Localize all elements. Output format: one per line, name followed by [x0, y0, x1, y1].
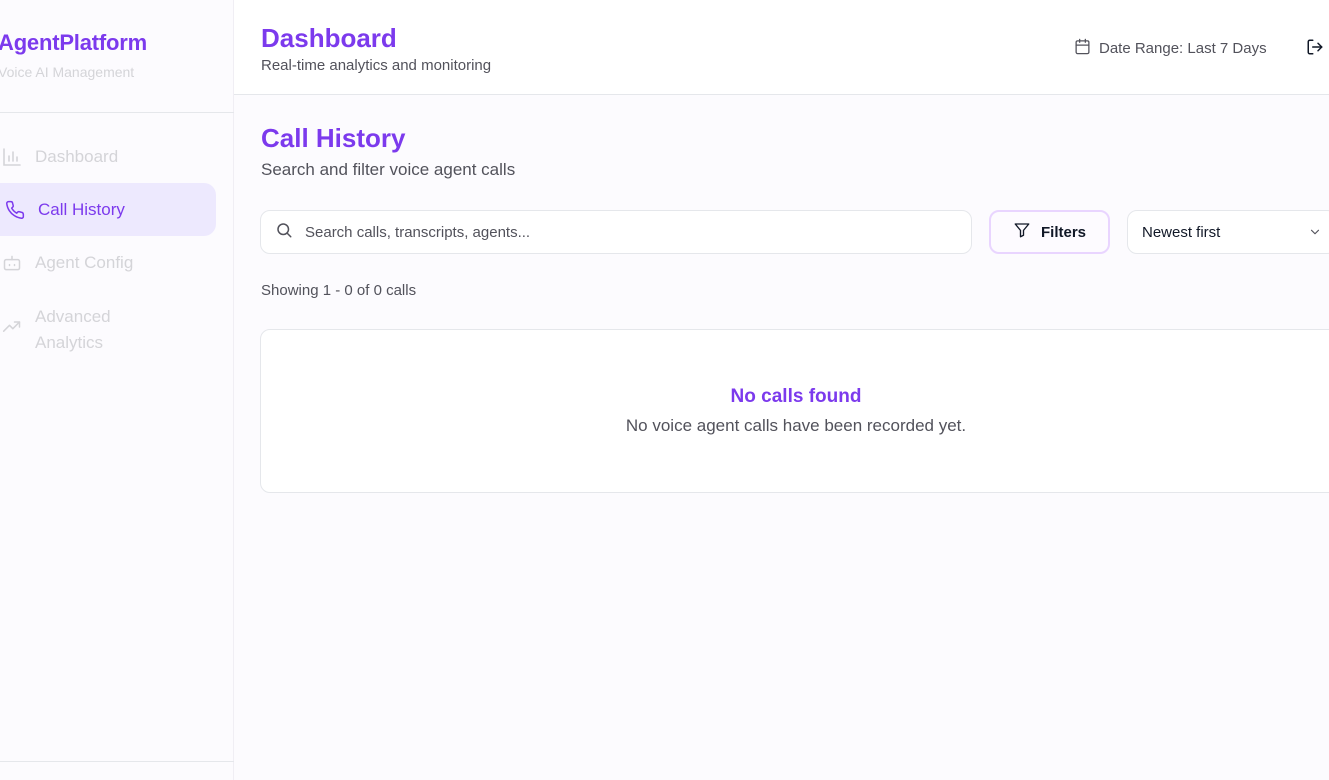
- sidebar-item-label: Advanced Analytics: [35, 304, 111, 356]
- sidebar-item-label-line1: Advanced: [35, 307, 111, 326]
- sidebar-item-dashboard[interactable]: Dashboard: [0, 142, 216, 172]
- page-subtitle: Real-time analytics and monitoring: [261, 57, 492, 74]
- sort-select[interactable]: Newest first: [1127, 210, 1329, 254]
- date-range-label: Date Range: Last 7 Days: [1099, 40, 1267, 57]
- empty-state-card: No calls found No voice agent calls have…: [260, 329, 1329, 493]
- sidebar-divider: [0, 112, 234, 113]
- search-input[interactable]: [305, 223, 971, 241]
- results-count: Showing 1 - 0 of 0 calls: [261, 282, 417, 299]
- search-bar[interactable]: [260, 210, 972, 254]
- brand-title: AgentPlatform: [0, 30, 147, 55]
- chevron-down-icon: [1308, 225, 1322, 243]
- empty-state-description: No voice agent calls have been recorded …: [625, 416, 967, 435]
- brand-subtitle: Voice AI Management: [0, 64, 135, 80]
- filter-icon: [1013, 221, 1031, 243]
- sidebar: AgentPlatform Voice AI Management Dashbo…: [0, 0, 234, 780]
- filters-label: Filters: [1040, 223, 1086, 241]
- bot-icon: [1, 252, 23, 274]
- sidebar-item-agent-config[interactable]: Agent Config: [0, 248, 216, 278]
- section-title: Call History: [261, 123, 406, 153]
- search-icon: [275, 221, 293, 244]
- app-root: AgentPlatform Voice AI Management Dashbo…: [0, 0, 1329, 780]
- date-range-button[interactable]: Date Range: Last 7 Days: [1074, 38, 1267, 59]
- sidebar-item-advanced-analytics[interactable]: Advanced Analytics: [0, 304, 216, 354]
- sort-selected-value: Newest first: [1142, 223, 1221, 241]
- filters-button[interactable]: Filters: [989, 210, 1110, 254]
- brand: AgentPlatform Voice AI Management: [0, 30, 147, 80]
- sidebar-bottom-divider: [0, 761, 234, 762]
- main-content: Call History Search and filter voice age…: [234, 95, 1329, 780]
- calendar-icon: [1074, 38, 1091, 59]
- bar-chart-icon: [1, 146, 23, 168]
- top-header: Dashboard Real-time analytics and monito…: [234, 0, 1329, 95]
- sidebar-item-label-line2: Analytics: [35, 333, 104, 352]
- sidebar-item-label: Agent Config: [35, 253, 134, 272]
- trending-up-icon: [1, 316, 23, 338]
- sidebar-item-call-history[interactable]: Call History: [0, 183, 216, 236]
- empty-state-title: No calls found: [730, 386, 862, 407]
- section-subtitle: Search and filter voice agent calls: [261, 160, 516, 179]
- phone-icon: [4, 199, 26, 221]
- sidebar-item-label: Dashboard: [35, 147, 119, 166]
- sidebar-item-label: Call History: [38, 199, 125, 219]
- logout-icon[interactable]: [1306, 38, 1326, 58]
- page-title: Dashboard: [261, 23, 397, 53]
